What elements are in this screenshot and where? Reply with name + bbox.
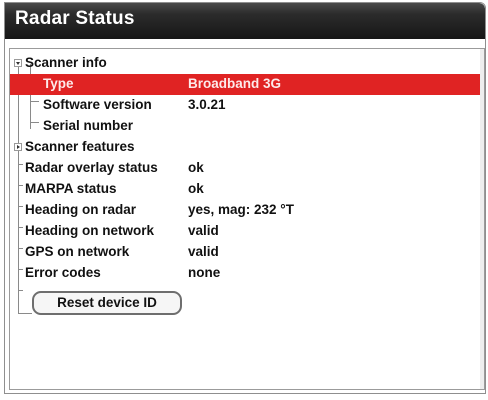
- row-label: Heading on network: [25, 223, 155, 238]
- tree-row-error-codes[interactable]: Error codes none: [10, 263, 484, 284]
- tree-row-serial-number[interactable]: Serial number: [10, 116, 484, 137]
- tree-line: [18, 290, 23, 291]
- row-value: 3.0.21: [188, 97, 226, 112]
- row-label: Serial number: [43, 118, 134, 133]
- triangle-down-icon: [16, 62, 20, 65]
- row-value: valid: [188, 244, 219, 259]
- tree-line: [18, 313, 32, 314]
- row-label: Software version: [43, 97, 152, 112]
- row-label: Scanner features: [25, 139, 135, 154]
- row-label: Heading on radar: [25, 202, 137, 217]
- row-label: Radar overlay status: [25, 160, 158, 175]
- tree-row-heading-on-network[interactable]: Heading on network valid: [10, 221, 484, 242]
- title-bar: Radar Status: [5, 3, 485, 39]
- tree-row-heading-on-radar[interactable]: Heading on radar yes, mag: 232 °T: [10, 200, 484, 221]
- row-label: GPS on network: [25, 244, 130, 259]
- row-label: Error codes: [25, 265, 101, 280]
- row-label: Scanner info: [25, 55, 107, 70]
- reset-device-id-button[interactable]: Reset device ID: [32, 291, 182, 315]
- expand-toggle[interactable]: [14, 59, 22, 67]
- row-label: Type: [43, 76, 74, 91]
- tree-node-scanner-info[interactable]: Scanner info: [10, 53, 484, 74]
- tree-row-marpa-status[interactable]: MARPA status ok: [10, 179, 484, 200]
- window-title: Radar Status: [15, 8, 135, 29]
- tree-row-radar-overlay-status[interactable]: Radar overlay status ok: [10, 158, 484, 179]
- row-value: ok: [188, 181, 204, 196]
- triangle-right-icon: [17, 145, 20, 149]
- tree-row-type[interactable]: Type Broadband 3G: [10, 74, 484, 95]
- tree-row-gps-on-network[interactable]: GPS on network valid: [10, 242, 484, 263]
- tree-row-software-version[interactable]: Software version 3.0.21: [10, 95, 484, 116]
- radar-status-window: Radar Status Scanner info Type Broadband…: [4, 2, 486, 394]
- row-value: none: [188, 265, 221, 280]
- row-label: MARPA status: [25, 181, 117, 196]
- status-tree: Scanner info Type Broadband 3G Software …: [9, 48, 485, 390]
- row-value: yes, mag: 232 °T: [188, 202, 294, 217]
- row-value: ok: [188, 160, 204, 175]
- scrollbar[interactable]: [480, 49, 484, 389]
- tree-node-scanner-features[interactable]: Scanner features: [10, 137, 484, 158]
- row-value: valid: [188, 223, 219, 238]
- row-value: Broadband 3G: [188, 76, 282, 91]
- expand-toggle[interactable]: [14, 143, 22, 151]
